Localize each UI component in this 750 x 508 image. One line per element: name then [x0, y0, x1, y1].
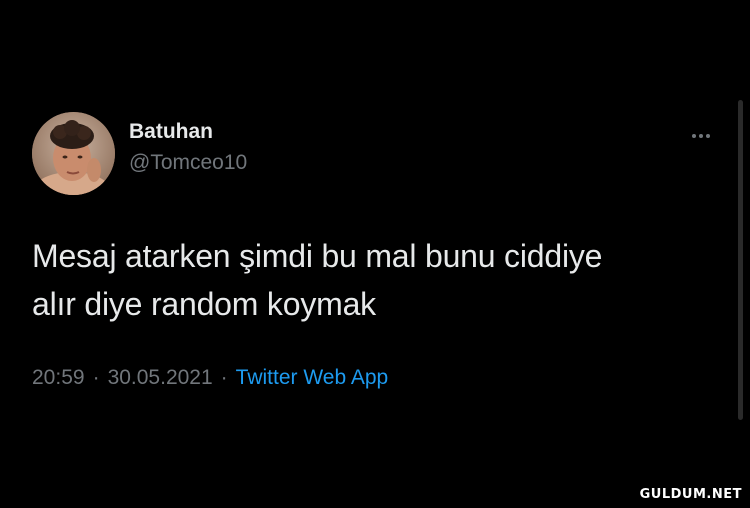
more-dot [706, 134, 710, 138]
tweet-meta: 20:59 · 30.05.2021 · Twitter Web App [32, 366, 722, 390]
avatar-image [32, 111, 115, 195]
separator: · [220, 366, 228, 389]
tweet-time[interactable]: 20:59 [32, 366, 85, 390]
tweet-date[interactable]: 30.05.2021 [108, 366, 213, 390]
avatar[interactable] [32, 111, 115, 195]
tweet-header: Batuhan @Tomceo10 [32, 110, 722, 196]
handle[interactable]: @Tomceo10 [129, 148, 247, 178]
watermark: GULDUM.NET [639, 487, 742, 502]
scroll-indicator[interactable] [738, 100, 743, 420]
separator: · [92, 366, 100, 389]
more-dot [692, 134, 696, 138]
more-options-icon[interactable] [688, 130, 714, 142]
tweet-source-link[interactable]: Twitter Web App [236, 366, 389, 390]
tweet-text: Mesaj atarken şimdi bu mal bunu ciddiye … [32, 238, 603, 322]
tweet: Batuhan @Tomceo10 Mesaj atarken şimdi bu… [32, 110, 722, 390]
user-block: Batuhan @Tomceo10 [129, 118, 247, 178]
display-name[interactable]: Batuhan [129, 118, 247, 146]
more-dot [699, 134, 703, 138]
